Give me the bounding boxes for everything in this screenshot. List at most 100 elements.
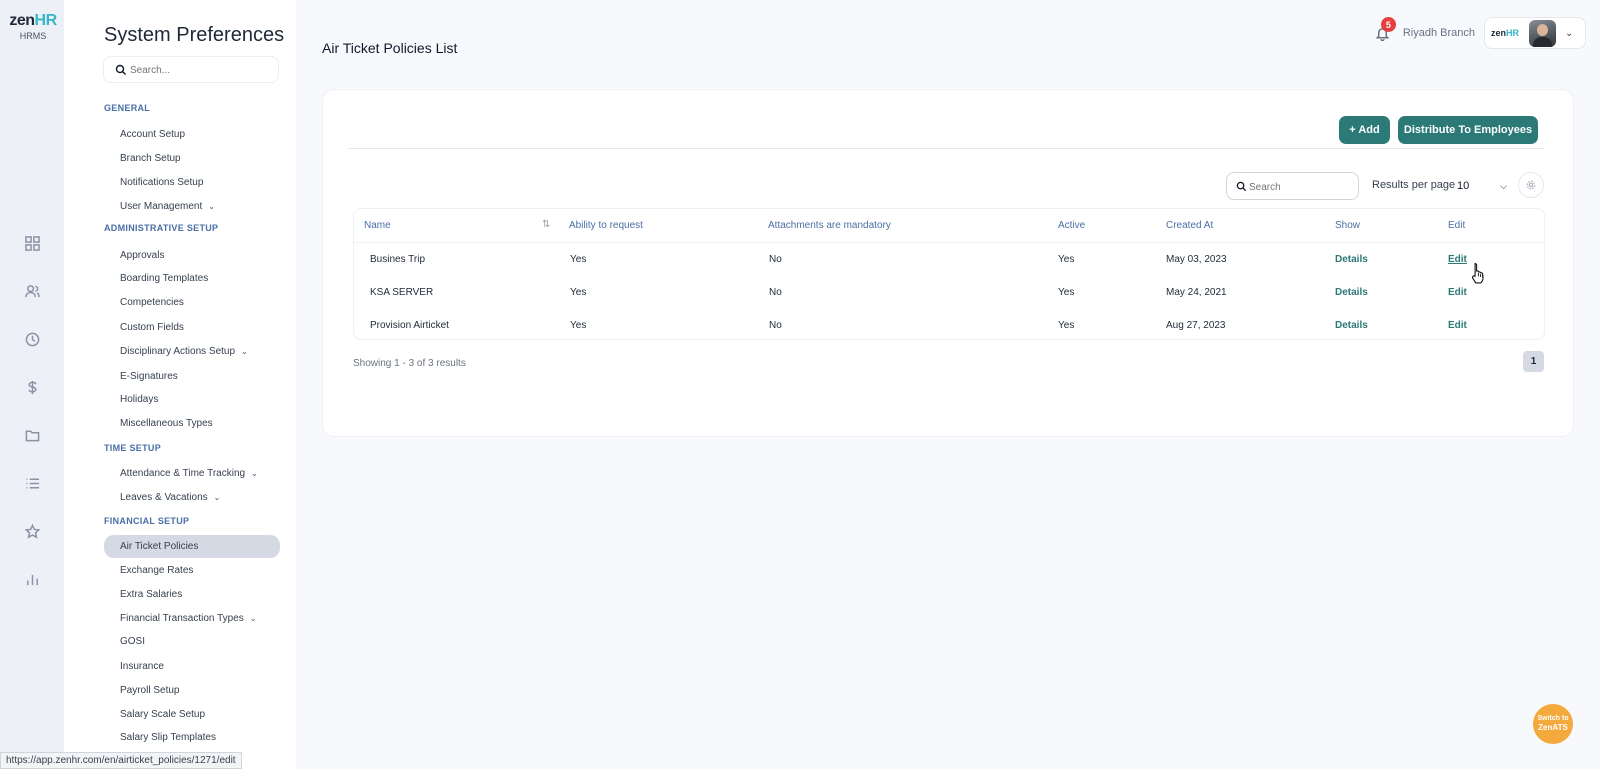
column-header-attachments: Attachments are mandatory [768, 220, 891, 231]
edit-link[interactable]: Edit [1448, 287, 1467, 298]
column-header-name[interactable]: Name [364, 220, 391, 231]
sidebar-item-user-management[interactable]: User Management ⌄ [104, 195, 280, 218]
results-summary: Showing 1 - 3 of 3 results [353, 358, 466, 369]
mini-logo-text: zen [1491, 28, 1507, 38]
table-search-input[interactable] [1249, 179, 1349, 195]
sidebar-item-salary-scale-setup[interactable]: Salary Scale Setup [104, 703, 280, 726]
sidebar-item-e-signatures[interactable]: E-Signatures [104, 365, 280, 388]
pagination-page[interactable]: 1 [1523, 351, 1544, 372]
sidebar-item-label: Exchange Rates [120, 565, 194, 576]
folder-icon[interactable] [22, 425, 42, 445]
sidebar-item-air-ticket-policies[interactable]: Air Ticket Policies [104, 535, 280, 558]
edit-link[interactable]: Edit [1448, 320, 1467, 331]
dashboard-icon[interactable] [22, 233, 42, 253]
section-administrative: ADMINISTRATIVE SETUP [104, 223, 219, 233]
page-title: Air Ticket Policies List [322, 40, 458, 56]
sidebar-item-boarding-templates[interactable]: Boarding Templates [104, 267, 280, 290]
sidebar-item-exchange-rates[interactable]: Exchange Rates [104, 559, 280, 582]
edit-link[interactable]: Edit [1448, 254, 1467, 265]
table-settings-button[interactable] [1518, 172, 1544, 198]
sort-icon[interactable]: ⇅ [542, 219, 550, 230]
app-logo[interactable]: zenHR HRMS [8, 12, 58, 41]
sidebar-item-label: Miscellaneous Types [120, 418, 213, 429]
sidebar-item-label: E-Signatures [120, 371, 178, 382]
results-per-page-value: 10 [1457, 180, 1470, 192]
dollar-icon[interactable] [22, 377, 42, 397]
nav-rail: zenHR HRMS [0, 0, 64, 769]
sidebar-item-holidays[interactable]: Holidays [104, 388, 280, 411]
table-row-created-at: May 24, 2021 [1166, 287, 1227, 298]
sidebar-item-competencies[interactable]: Competencies [104, 291, 280, 314]
sidebar-item-label: Boarding Templates [120, 273, 209, 284]
logo-subtitle: HRMS [19, 31, 47, 41]
sidebar-item-label: Branch Setup [120, 153, 181, 164]
user-menu[interactable]: zenHR ⌄ [1484, 17, 1586, 49]
sidebar-item-label: Salary Scale Setup [120, 709, 206, 720]
column-header-created-at: Created At [1166, 220, 1214, 231]
sidebar-item-disciplinary-actions[interactable]: Disciplinary Actions Setup ⌄ [104, 340, 280, 363]
avatar [1529, 19, 1556, 47]
sidebar-item-insurance[interactable]: Insurance [104, 655, 280, 678]
sidebar-item-approvals[interactable]: Approvals [104, 244, 280, 267]
sidebar-item-salary-slip-templates[interactable]: Salary Slip Templates [104, 726, 280, 749]
details-link[interactable]: Details [1335, 287, 1368, 298]
table-row-name: Provision Airticket [370, 320, 449, 331]
settings-title: System Preferences [104, 24, 285, 46]
users-icon[interactable] [22, 281, 42, 301]
table-row-created-at: Aug 27, 2023 [1166, 320, 1226, 331]
clock-icon[interactable] [22, 329, 42, 349]
details-link[interactable]: Details [1335, 254, 1368, 265]
search-icon [115, 64, 126, 75]
table-row-ability: Yes [570, 287, 587, 298]
header-divider [354, 242, 1544, 243]
notifications-button[interactable]: 5 [1373, 17, 1396, 43]
list-icon[interactable] [22, 473, 42, 493]
top-bar: 5 Riyadh Branch zenHR ⌄ [1373, 17, 1586, 49]
branch-name[interactable]: Riyadh Branch [1403, 27, 1475, 39]
sidebar-item-miscellaneous-types[interactable]: Miscellaneous Types [104, 412, 280, 435]
company-logo: zenHR [1491, 28, 1529, 38]
sidebar-item-leaves[interactable]: Leaves & Vacations ⌄ [104, 486, 280, 509]
column-header-ability: Ability to request [569, 220, 643, 231]
table-row-active: Yes [1058, 320, 1075, 331]
results-per-page-label: Results per page [1372, 179, 1456, 191]
hand-cursor-icon [1471, 262, 1484, 284]
sidebar-item-extra-salaries[interactable]: Extra Salaries [104, 583, 280, 606]
sidebar-item-label: Payroll Setup [120, 685, 180, 696]
settings-search-input[interactable] [130, 61, 270, 79]
sidebar-item-payroll-setup[interactable]: Payroll Setup [104, 679, 280, 702]
sidebar-item-label: Insurance [120, 661, 164, 672]
notification-count-badge: 5 [1380, 17, 1396, 32]
column-header-edit: Edit [1448, 220, 1466, 231]
sidebar-item-gosi[interactable]: GOSI [104, 630, 280, 653]
sidebar-item-account-setup[interactable]: Account Setup [104, 123, 280, 146]
table-row-ability: Yes [570, 320, 587, 331]
mini-logo-accent: HR [1506, 28, 1520, 38]
add-button[interactable]: + Add [1339, 116, 1390, 144]
sidebar-item-custom-fields[interactable]: Custom Fields [104, 316, 280, 339]
sidebar-item-branch-setup[interactable]: Branch Setup [104, 147, 280, 170]
sidebar-item-label: User Management [120, 201, 203, 212]
sidebar-item-label: Custom Fields [120, 322, 184, 333]
table-row-attachments: No [769, 287, 782, 298]
table-row-name: Busines Trip [370, 254, 426, 265]
sidebar-item-label: Extra Salaries [120, 589, 183, 600]
column-header-active: Active [1058, 220, 1086, 231]
results-per-page-select[interactable]: 10 ⌵ [1457, 176, 1507, 196]
switch-to-zenats-button[interactable]: Switch to ZenATS [1533, 704, 1573, 744]
settings-search[interactable] [103, 56, 279, 83]
sidebar-item-financial-transaction-types[interactable]: Financial Transaction Types ⌄ [104, 607, 280, 630]
bar-chart-icon[interactable] [22, 569, 42, 589]
details-link[interactable]: Details [1335, 320, 1368, 331]
distribute-to-employees-button[interactable]: Distribute To Employees [1398, 116, 1538, 144]
sidebar-item-attendance[interactable]: Attendance & Time Tracking ⌄ [104, 462, 280, 485]
browser-status-url: https://app.zenhr.com/en/airticket_polic… [0, 752, 242, 769]
sidebar-item-notifications-setup[interactable]: Notifications Setup [104, 171, 280, 194]
settings-sidebar: System Preferences GENERAL Account Setup… [64, 0, 296, 769]
table-row-attachments: No [769, 254, 782, 265]
star-icon[interactable] [22, 521, 42, 541]
table-search[interactable] [1226, 172, 1359, 200]
sidebar-item-label: Holidays [120, 394, 159, 405]
section-time-setup: TIME SETUP [104, 443, 162, 453]
table-row-name: KSA SERVER [370, 287, 434, 298]
